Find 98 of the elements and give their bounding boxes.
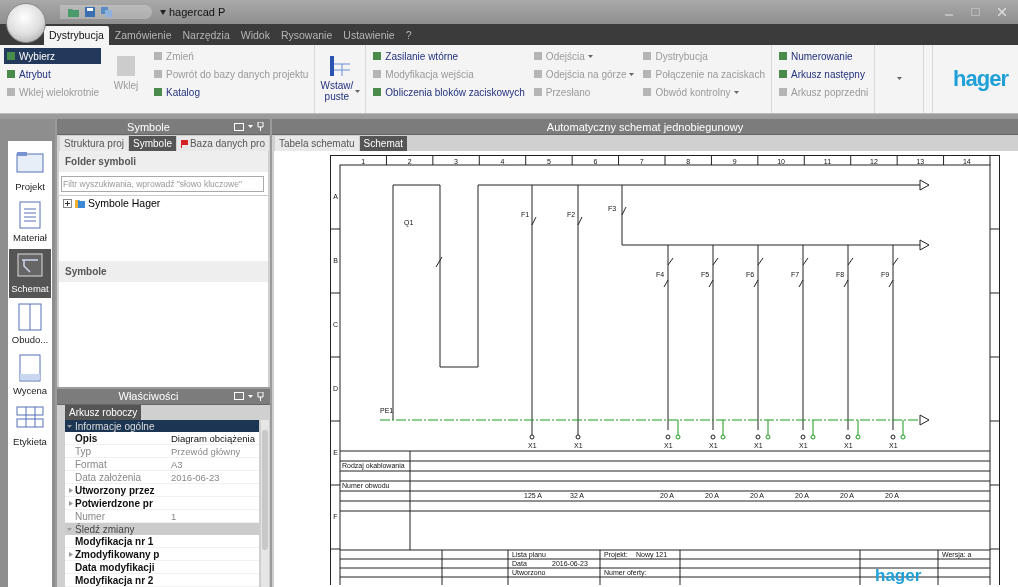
- section-heading: Symbole: [59, 261, 268, 282]
- document-icon: [16, 201, 44, 229]
- switch-icon: [16, 252, 44, 280]
- ribbon-tab[interactable]: Zamówienie: [109, 26, 177, 45]
- tool-icon: [642, 51, 653, 61]
- search-field[interactable]: Filtr wyszukiwania, wprowadź "słowo kluczowe": [61, 176, 264, 192]
- panel-tab[interactable]: Struktura proj: [60, 136, 129, 151]
- tree-item[interactable]: Symbole Hager: [63, 197, 161, 209]
- property-name: Typ: [74, 445, 93, 457]
- ribbon-tab[interactable]: Narzędzia: [177, 26, 235, 45]
- caret-icon: [896, 76, 902, 80]
- caret-icon: [733, 90, 739, 94]
- property-value: 1: [170, 510, 178, 522]
- tool-icon: [372, 87, 383, 97]
- section-heading: Folder symboli: [59, 151, 268, 172]
- panel-tab[interactable]: Tabela schematu: [275, 136, 359, 151]
- nav-button[interactable]: Wycena: [9, 351, 51, 400]
- tool-icon: [532, 87, 543, 97]
- ribbon-tab[interactable]: Widok: [235, 26, 275, 45]
- tool-icon: [642, 69, 653, 79]
- ribbon-button[interactable]: Katalog: [151, 84, 311, 100]
- caret-icon: [248, 125, 253, 128]
- tool-icon: [532, 69, 543, 79]
- property-value: 2016-06-23: [170, 471, 221, 483]
- nav-button[interactable]: Projekt: [9, 147, 51, 196]
- property-name: Potwierdzone pr: [65, 497, 169, 509]
- tool-icon: [153, 69, 164, 79]
- caret-icon: [248, 394, 253, 398]
- nav-button[interactable]: Obudo...: [9, 300, 51, 349]
- property-name: Modyfikacja nr 1: [74, 535, 155, 547]
- nav-button[interactable]: Schemat: [9, 249, 51, 298]
- ribbon-tab[interactable]: Ustawienie: [338, 26, 400, 45]
- flag-icon: [180, 139, 188, 148]
- panel-title: Automatyczny schemat jednobiegunowy: [545, 120, 745, 133]
- expand-icon: [69, 500, 73, 506]
- property-name: Format: [74, 458, 108, 470]
- save-icon: [85, 7, 95, 17]
- property-group[interactable]: Informacje ogólne: [65, 420, 259, 432]
- caret-icon: [587, 54, 593, 58]
- ribbon-button[interactable]: Atrybut: [4, 66, 102, 82]
- tool-icon: [153, 87, 164, 97]
- tool-icon: [153, 51, 164, 61]
- logo: hager: [953, 66, 1008, 92]
- cabinet-icon: [16, 303, 44, 331]
- collapse-icon: [67, 526, 72, 532]
- nav-button[interactable]: Etykieta: [9, 402, 51, 451]
- tool-icon: [532, 51, 543, 61]
- property-group[interactable]: Śledź zmiany: [65, 523, 259, 535]
- panel-tab[interactable]: Schemat: [359, 136, 408, 151]
- ribbon-button[interactable]: Wstaw/ puste: [319, 52, 362, 104]
- tool-icon: [372, 51, 383, 61]
- property-name: Data modyfikacji: [74, 561, 156, 573]
- property-value: A3: [170, 458, 184, 470]
- scrollbar-thumb[interactable]: [262, 430, 268, 550]
- application-menu-button[interactable]: [6, 3, 46, 43]
- maximize-icon: [971, 8, 980, 16]
- ribbon-button[interactable]: Zasilanie wtórne: [370, 48, 527, 64]
- window-icon: [234, 122, 244, 131]
- logo: hager: [875, 566, 922, 585]
- property-value: Przewód główny: [170, 445, 242, 457]
- property-value: Diagram obciążenia: [170, 432, 256, 444]
- panel-tab[interactable]: Baza danych pro: [176, 136, 269, 151]
- close-icon: [998, 8, 1006, 16]
- property-name: Opis: [74, 432, 99, 444]
- pin-icon: [257, 391, 264, 401]
- caret-icon: [629, 72, 635, 76]
- invoice-icon: [16, 354, 44, 382]
- nav-button[interactable]: Materiał: [9, 198, 51, 247]
- panel-tab[interactable]: Symbole: [129, 136, 176, 151]
- caret-icon: [160, 9, 166, 15]
- ribbon-button[interactable]: Arkusz następny: [776, 66, 871, 82]
- panel-title: Symbole: [126, 120, 171, 133]
- property-name: Numer: [74, 510, 106, 522]
- ribbon-tab[interactable]: ?: [400, 26, 417, 45]
- tool-icon: [372, 69, 383, 79]
- ribbon-tab[interactable]: Dystrybucja: [44, 26, 109, 45]
- grid-icon: [328, 54, 353, 78]
- property-name: Modyfikacja nr 2: [74, 574, 155, 586]
- ribbon-button[interactable]: Wybierz: [4, 48, 102, 64]
- folder-icon: [68, 7, 79, 17]
- property-name: Utworzony przez: [65, 484, 169, 496]
- pin-icon: [257, 122, 264, 131]
- property-name: Zmodyfikowany p: [65, 548, 169, 560]
- folder-icon: [75, 198, 85, 208]
- panel-title: Właściwości: [117, 390, 180, 403]
- window-title: hagercad P: [169, 6, 226, 18]
- collapse-icon: [67, 423, 72, 429]
- tool-icon: [642, 87, 653, 97]
- ribbon-button[interactable]: Obliczenia bloków zaciskowych: [370, 84, 527, 100]
- ribbon-tab[interactable]: Rysowanie: [275, 26, 338, 45]
- panel-tab[interactable]: Arkusz roboczy: [65, 405, 142, 420]
- ribbon-button[interactable]: Numerowanie: [776, 48, 871, 64]
- caret-icon: [355, 89, 361, 93]
- expand-icon: [69, 551, 73, 557]
- expand-icon: [69, 487, 73, 493]
- property-name: Data założenia: [74, 471, 143, 483]
- copy-icon: [101, 7, 112, 17]
- window-icon: [234, 392, 244, 401]
